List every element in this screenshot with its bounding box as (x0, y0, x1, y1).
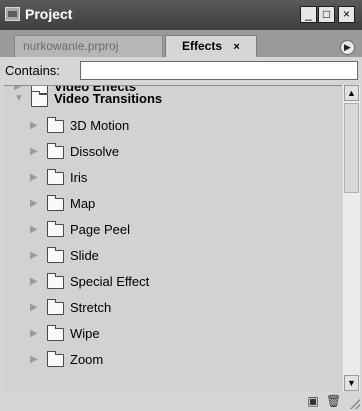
folder-icon (47, 351, 64, 367)
folder-icon (47, 169, 64, 185)
project-icon (5, 7, 20, 21)
contains-search-input[interactable] (80, 61, 358, 80)
search-row: Contains: (0, 57, 362, 84)
tab-label: Effects (182, 39, 223, 53)
folder-icon (47, 273, 64, 289)
window-title: Project (25, 6, 73, 22)
expand-arrow-icon[interactable]: ▶ (30, 328, 38, 339)
expand-arrow-icon[interactable]: ▶ (30, 120, 38, 131)
folder-icon (47, 117, 64, 133)
tree-item-label: Stretch (70, 300, 112, 315)
tree-item-slide[interactable]: ▶ Slide (4, 244, 342, 270)
tree-item-label: Video Transitions (54, 91, 163, 106)
tree-item-page-peel[interactable]: ▶ Page Peel (4, 218, 342, 244)
expand-arrow-icon[interactable]: ▶ (30, 198, 38, 209)
tree-item-label: Special Effect (70, 274, 150, 289)
minimize-button[interactable]: _ (300, 6, 317, 23)
bottom-toolbar: ▣ 🗑 (0, 391, 362, 411)
vertical-scrollbar[interactable]: ▲ ▼ (343, 85, 360, 391)
expand-arrow-icon[interactable]: ▶ (30, 276, 38, 287)
scroll-up-button[interactable]: ▲ (344, 85, 359, 101)
contains-label: Contains: (5, 63, 60, 78)
tab-label: nurkowanie.prproj (23, 39, 119, 53)
tree-item-wipe[interactable]: ▶ Wipe (4, 322, 342, 348)
tree-item-label: Dissolve (70, 144, 120, 159)
expand-arrow-icon[interactable]: ▶ (30, 302, 38, 313)
scroll-thumb[interactable] (344, 103, 359, 193)
tree-item-label: Zoom (70, 352, 104, 367)
folder-icon (47, 247, 64, 263)
tree-item-map[interactable]: ▶ Map (4, 192, 342, 218)
tree-group-video-transitions[interactable]: ▼ Video Transitions (4, 86, 342, 112)
tree-item-label: Iris (70, 170, 88, 185)
folder-icon (47, 143, 64, 159)
tree-item-3d-motion[interactable]: ▶ 3D Motion (4, 114, 342, 140)
tree-item-label: Page Peel (70, 222, 130, 237)
expand-arrow-icon[interactable]: ▶ (30, 224, 38, 235)
close-button[interactable]: × (338, 6, 355, 23)
effects-tree: ▶ Video Effects ▼ Video Transitions ▶ 3D… (4, 85, 342, 392)
tree-item-iris[interactable]: ▶ Iris (4, 166, 342, 192)
folder-icon (31, 91, 48, 107)
title-bar[interactable]: Project _ □ × (0, 0, 362, 30)
collapse-arrow-icon[interactable]: ▼ (14, 93, 24, 104)
expand-arrow-icon[interactable]: ▶ (30, 250, 38, 261)
tree-item-label: Wipe (70, 326, 100, 341)
tab-project-file[interactable]: nurkowanie.prproj (14, 35, 163, 57)
folder-icon (47, 325, 64, 341)
maximize-button[interactable]: □ (318, 6, 335, 23)
new-bin-icon[interactable]: ▣ (306, 394, 320, 408)
resize-grip-icon[interactable] (350, 399, 360, 409)
tree-item-dissolve[interactable]: ▶ Dissolve (4, 140, 342, 166)
tree-item-label: Map (70, 196, 96, 211)
tree-item-label: 3D Motion (70, 118, 130, 133)
tree-item-label: Slide (70, 248, 99, 263)
tree-item-zoom[interactable]: ▶ Zoom (4, 348, 342, 374)
expand-arrow-icon[interactable]: ▶ (30, 354, 38, 365)
project-window: Project _ □ × nurkowanie.prproj Effects … (0, 0, 362, 411)
tree-item-special-effect[interactable]: ▶ Special Effect (4, 270, 342, 296)
panel-menu-button[interactable]: ▶ (340, 40, 355, 55)
scroll-down-button[interactable]: ▼ (344, 375, 359, 391)
folder-icon (47, 221, 64, 237)
trash-icon[interactable]: 🗑 (326, 394, 341, 408)
expand-arrow-icon[interactable]: ▶ (30, 146, 38, 157)
tab-strip: nurkowanie.prproj Effects × (0, 30, 362, 57)
tree-item-stretch[interactable]: ▶ Stretch (4, 296, 342, 322)
folder-icon (47, 195, 64, 211)
tab-effects[interactable]: Effects × (165, 35, 257, 57)
close-tab-icon[interactable]: × (233, 37, 239, 57)
expand-arrow-icon[interactable]: ▶ (30, 172, 38, 183)
folder-icon (47, 299, 64, 315)
